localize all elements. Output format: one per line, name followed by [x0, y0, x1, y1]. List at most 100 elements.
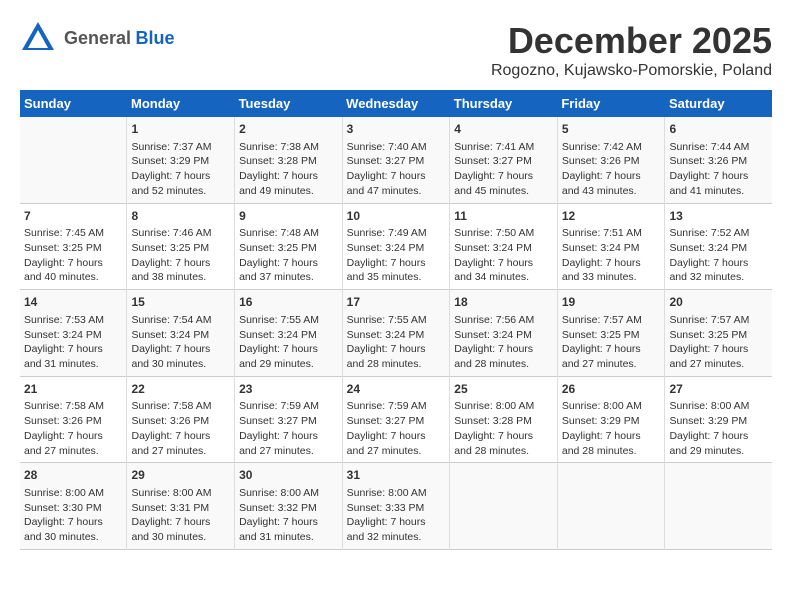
calendar-cell: 5Sunrise: 7:42 AM Sunset: 3:26 PM Daylig… — [557, 117, 665, 203]
day-info: Sunrise: 7:38 AM Sunset: 3:28 PM Dayligh… — [239, 140, 338, 199]
calendar-cell: 31 Sunrise: 8:00 AM Sunset: 3:33 PM Dayli… — [342, 463, 450, 550]
calendar-cell: 26Sunrise: 8:00 AM Sunset: 3:29 PM Dayli… — [557, 376, 665, 463]
week-row-1: 1 Sunrise: 7:37 AM Sunset: 3:29 PM Daylig… — [20, 117, 772, 203]
calendar-cell: 9Sunrise: 7:48 AM Sunset: 3:25 PM Daylig… — [235, 203, 343, 290]
day-info: Sunrise: 7:48 AM Sunset: 3:25 PM Dayligh… — [239, 226, 338, 285]
calendar-cell: 4 Sunrise: 7:41 AM Sunset: 3:27 PM Daylig… — [450, 117, 558, 203]
day-number: 13 — [669, 208, 768, 225]
day-number: 24 — [347, 381, 446, 398]
calendar-cell: 17 Sunrise: 7:55 AM Sunset: 3:24 PM Dayli… — [342, 290, 450, 377]
day-info: Sunrise: 7:46 AM Sunset: 3:25 PM Dayligh… — [131, 226, 230, 285]
day-number: 29 — [131, 467, 230, 484]
calendar-cell: 19 Sunrise: 7:57 AM Sunset: 3:25 PM Dayli… — [557, 290, 665, 377]
day-info: Sunrise: 7:42 AM Sunset: 3:26 PM Dayligh… — [562, 140, 661, 199]
day-number: 12 — [562, 208, 661, 225]
calendar-cell: 28Sunrise: 8:00 AM Sunset: 3:30 PM Dayli… — [20, 463, 127, 550]
calendar-cell: 8Sunrise: 7:46 AM Sunset: 3:25 PM Daylig… — [127, 203, 235, 290]
calendar-cell: 27Sunrise: 8:00 AM Sunset: 3:29 PM Dayli… — [665, 376, 772, 463]
day-number: 16 — [239, 294, 338, 311]
day-info: Sunrise: 7:44 AM Sunset: 3:26 PM Dayligh… — [669, 140, 768, 199]
calendar-cell: 14 Sunrise: 7:53 AM Sunset: 3:24 PM Dayli… — [20, 290, 127, 377]
day-number: 10 — [347, 208, 446, 225]
calendar-cell: 25Sunrise: 8:00 AM Sunset: 3:28 PM Dayli… — [450, 376, 558, 463]
calendar-cell: 30 Sunrise: 8:00 AM Sunset: 3:32 PM Dayli… — [235, 463, 343, 550]
weekday-header-thursday: Thursday — [450, 90, 558, 117]
day-number: 26 — [562, 381, 661, 398]
calendar-cell: 7Sunrise: 7:45 AM Sunset: 3:25 PM Daylig… — [20, 203, 127, 290]
calendar-cell: 23Sunrise: 7:59 AM Sunset: 3:27 PM Dayli… — [235, 376, 343, 463]
day-number: 9 — [239, 208, 338, 225]
day-number: 1 — [131, 121, 230, 138]
calendar-cell: 3Sunrise: 7:40 AM Sunset: 3:27 PM Daylig… — [342, 117, 450, 203]
calendar-cell: 1 Sunrise: 7:37 AM Sunset: 3:29 PM Daylig… — [127, 117, 235, 203]
day-info: Sunrise: 7:45 AM Sunset: 3:25 PM Dayligh… — [24, 226, 122, 285]
day-info: Sunrise: 7:50 AM Sunset: 3:24 PM Dayligh… — [454, 226, 553, 285]
calendar-cell: 22Sunrise: 7:58 AM Sunset: 3:26 PM Dayli… — [127, 376, 235, 463]
day-number: 21 — [24, 381, 122, 398]
day-number: 17 — [347, 294, 446, 311]
title-section: December 2025 Rogozno, Kujawsko-Pomorski… — [491, 20, 772, 80]
day-info: Sunrise: 8:00 AM Sunset: 3:29 PM Dayligh… — [669, 399, 768, 458]
day-number: 20 — [669, 294, 768, 311]
day-info: Sunrise: 7:52 AM Sunset: 3:24 PM Dayligh… — [669, 226, 768, 285]
day-info: Sunrise: 7:51 AM Sunset: 3:24 PM Dayligh… — [562, 226, 661, 285]
day-info: Sunrise: 7:55 AM Sunset: 3:24 PM Dayligh… — [347, 313, 446, 372]
calendar-cell — [450, 463, 558, 550]
day-info: Sunrise: 8:00 AM Sunset: 3:32 PM Dayligh… — [239, 486, 338, 545]
calendar-table: SundayMondayTuesdayWednesdayThursdayFrid… — [20, 90, 772, 550]
day-info: Sunrise: 7:57 AM Sunset: 3:25 PM Dayligh… — [562, 313, 661, 372]
day-number: 6 — [669, 121, 768, 138]
day-number: 31 — [347, 467, 446, 484]
day-number: 23 — [239, 381, 338, 398]
weekday-header-wednesday: Wednesday — [342, 90, 450, 117]
calendar-cell: 6 Sunrise: 7:44 AM Sunset: 3:26 PM Daylig… — [665, 117, 772, 203]
day-number: 19 — [562, 294, 661, 311]
day-info: Sunrise: 7:56 AM Sunset: 3:24 PM Dayligh… — [454, 313, 553, 372]
calendar-cell — [557, 463, 665, 550]
day-info: Sunrise: 8:00 AM Sunset: 3:33 PM Dayligh… — [347, 486, 446, 545]
week-row-2: 7Sunrise: 7:45 AM Sunset: 3:25 PM Daylig… — [20, 203, 772, 290]
calendar-cell: 2 Sunrise: 7:38 AM Sunset: 3:28 PM Daylig… — [235, 117, 343, 203]
calendar-cell: 16 Sunrise: 7:55 AM Sunset: 3:24 PM Dayli… — [235, 290, 343, 377]
day-number: 14 — [24, 294, 122, 311]
week-row-3: 14 Sunrise: 7:53 AM Sunset: 3:24 PM Dayli… — [20, 290, 772, 377]
day-number: 11 — [454, 208, 553, 225]
week-row-4: 21Sunrise: 7:58 AM Sunset: 3:26 PM Dayli… — [20, 376, 772, 463]
week-row-5: 28Sunrise: 8:00 AM Sunset: 3:30 PM Dayli… — [20, 463, 772, 550]
day-info: Sunrise: 8:00 AM Sunset: 3:30 PM Dayligh… — [24, 486, 122, 545]
day-info: Sunrise: 7:58 AM Sunset: 3:26 PM Dayligh… — [131, 399, 230, 458]
logo: General Blue — [20, 20, 175, 57]
calendar-cell — [20, 117, 127, 203]
day-number: 18 — [454, 294, 553, 311]
page-header: General Blue December 2025 Rogozno, Kuja… — [20, 20, 772, 80]
calendar-cell: 12Sunrise: 7:51 AM Sunset: 3:24 PM Dayli… — [557, 203, 665, 290]
day-info: Sunrise: 7:55 AM Sunset: 3:24 PM Dayligh… — [239, 313, 338, 372]
day-info: Sunrise: 7:58 AM Sunset: 3:26 PM Dayligh… — [24, 399, 122, 458]
day-number: 3 — [347, 121, 446, 138]
calendar-cell: 21Sunrise: 7:58 AM Sunset: 3:26 PM Dayli… — [20, 376, 127, 463]
calendar-cell: 11Sunrise: 7:50 AM Sunset: 3:24 PM Dayli… — [450, 203, 558, 290]
day-number: 7 — [24, 208, 122, 225]
calendar-cell: 24Sunrise: 7:59 AM Sunset: 3:27 PM Dayli… — [342, 376, 450, 463]
day-number: 4 — [454, 121, 553, 138]
day-info: Sunrise: 7:59 AM Sunset: 3:27 PM Dayligh… — [347, 399, 446, 458]
calendar-cell: 15 Sunrise: 7:54 AM Sunset: 3:24 PM Dayli… — [127, 290, 235, 377]
calendar-cell: 20Sunrise: 7:57 AM Sunset: 3:25 PM Dayli… — [665, 290, 772, 377]
weekday-header-row: SundayMondayTuesdayWednesdayThursdayFrid… — [20, 90, 772, 117]
calendar-cell: 13Sunrise: 7:52 AM Sunset: 3:24 PM Dayli… — [665, 203, 772, 290]
day-number: 30 — [239, 467, 338, 484]
day-number: 15 — [131, 294, 230, 311]
calendar-cell: 18 Sunrise: 7:56 AM Sunset: 3:24 PM Dayli… — [450, 290, 558, 377]
day-info: Sunrise: 7:41 AM Sunset: 3:27 PM Dayligh… — [454, 140, 553, 199]
day-info: Sunrise: 7:59 AM Sunset: 3:27 PM Dayligh… — [239, 399, 338, 458]
weekday-header-tuesday: Tuesday — [235, 90, 343, 117]
day-info: Sunrise: 7:53 AM Sunset: 3:24 PM Dayligh… — [24, 313, 122, 372]
weekday-header-sunday: Sunday — [20, 90, 127, 117]
day-number: 22 — [131, 381, 230, 398]
main-title: December 2025 — [491, 20, 772, 62]
weekday-header-saturday: Saturday — [665, 90, 772, 117]
day-info: Sunrise: 8:00 AM Sunset: 3:28 PM Dayligh… — [454, 399, 553, 458]
day-info: Sunrise: 7:37 AM Sunset: 3:29 PM Dayligh… — [131, 140, 230, 199]
day-number: 2 — [239, 121, 338, 138]
day-info: Sunrise: 7:54 AM Sunset: 3:24 PM Dayligh… — [131, 313, 230, 372]
